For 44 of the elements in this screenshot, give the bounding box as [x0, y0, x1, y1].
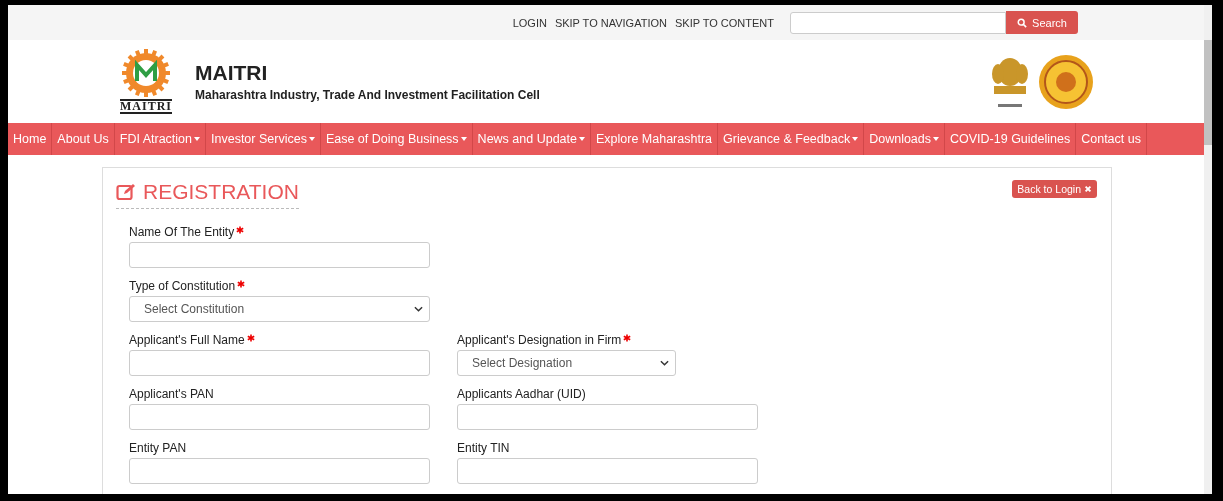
nav-link[interactable]: Contact us	[1076, 123, 1147, 155]
scrollbar[interactable]	[1204, 5, 1212, 494]
field-label: Entity TIN	[457, 441, 510, 457]
input-field[interactable]	[129, 350, 430, 376]
top-link[interactable]: SKIP TO NAVIGATION	[554, 16, 667, 29]
input-field[interactable]	[129, 242, 430, 268]
nav-link[interactable]: Ease of Doing Business	[320, 123, 473, 155]
chevron-down-icon	[414, 306, 423, 312]
search-field[interactable]	[790, 11, 1006, 34]
edit-icon	[116, 183, 136, 201]
nav-link[interactable]: Downloads	[864, 123, 945, 155]
input-field[interactable]	[129, 458, 430, 484]
nav-link[interactable]: News and Update	[472, 123, 591, 155]
form-heading: REGISTRATION	[116, 180, 299, 209]
nav-link[interactable]: About Us	[52, 123, 115, 155]
select-dropdown[interactable]: Select Constitution	[129, 296, 430, 322]
field-label: Name Of The Entity	[129, 225, 235, 241]
nav-link[interactable]: Home	[8, 123, 53, 155]
seal-icon	[1038, 53, 1094, 110]
field-label: Type of Constitution	[129, 279, 236, 295]
input-field[interactable]	[129, 404, 430, 430]
site-subtitle: Maharashtra Industry, Trade And Investment Facilitation Cell	[195, 88, 541, 102]
select-dropdown[interactable]: Select Designation	[457, 350, 676, 376]
field-label: Applicant's Full Name	[129, 333, 245, 349]
field-label: Applicant's Designation in Firm	[457, 333, 622, 349]
search-button[interactable]: Search	[1006, 11, 1078, 34]
field-label: Applicant's PAN	[129, 387, 214, 403]
nav-link[interactable]: Grievance & Feedback	[718, 123, 865, 155]
close-icon	[1084, 185, 1092, 193]
top-link[interactable]: LOGIN	[512, 16, 547, 29]
field-label: Applicants Aadhar (UID)	[457, 387, 586, 403]
input-field[interactable]	[457, 458, 758, 484]
top-link[interactable]: SKIP TO CONTENT	[674, 16, 774, 29]
nav-link[interactable]: COVID-19 Guidelines	[945, 123, 1077, 155]
field-label: Entity PAN	[129, 441, 187, 457]
input-field[interactable]	[457, 404, 758, 430]
site-title: MAITRI	[195, 61, 269, 85]
nav-link[interactable]: Explore Maharashtra	[591, 123, 718, 155]
nav-link[interactable]: Investor Services	[206, 123, 321, 155]
search-icon	[1017, 17, 1028, 28]
back-to-login-button[interactable]: Back to Login	[1012, 180, 1097, 198]
chevron-down-icon	[660, 360, 669, 366]
logo[interactable]: MAITRI	[103, 49, 189, 114]
nav-link[interactable]: FDI Atraction	[114, 123, 206, 155]
